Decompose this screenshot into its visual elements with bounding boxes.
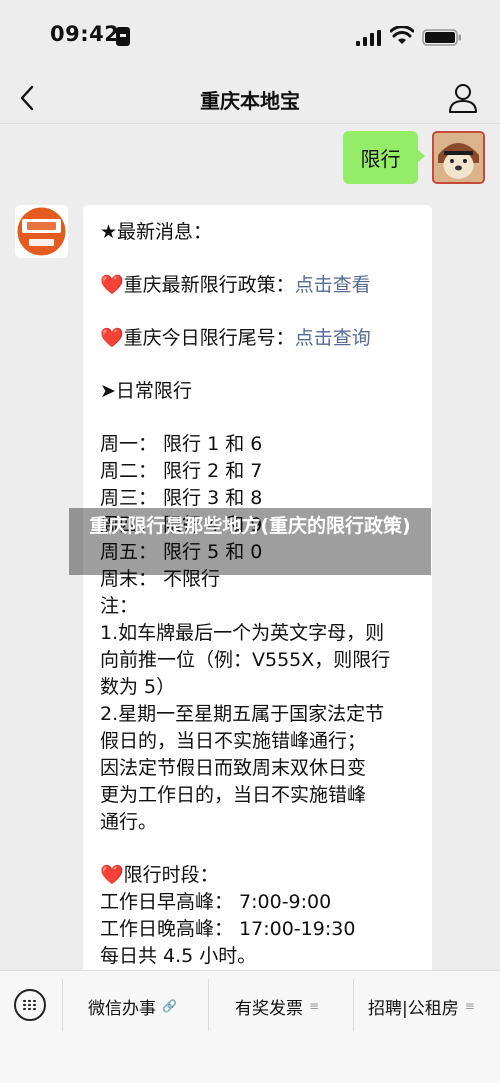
bottom-menu: 微信办事 🔗 有奖发票 ≡ 招聘|公租房 ≡ bbox=[0, 970, 500, 1083]
message-line: 周二： 限行 2 和 7 bbox=[100, 460, 263, 482]
message-line: ❤️限行时段： bbox=[100, 864, 219, 886]
message-line: 注： bbox=[100, 595, 139, 617]
message-line: 因法定节假日而致周末双休日变 bbox=[100, 757, 367, 779]
heart-icon: ❤️ bbox=[100, 274, 124, 296]
message-line: ❤️重庆最新限行政策：点击查看 bbox=[100, 274, 371, 296]
user-message-bubble[interactable]: 限行 bbox=[343, 131, 425, 184]
user-message-text: 限行 bbox=[360, 147, 401, 171]
message-line: 工作日晚高峰： 17:00-19:30 bbox=[100, 918, 356, 940]
menu-lines-icon: ≡ bbox=[309, 999, 320, 1013]
bot-avatar[interactable] bbox=[15, 205, 68, 258]
nav-bar: 重庆本地宝 bbox=[0, 72, 500, 124]
battery-icon bbox=[422, 29, 461, 46]
menu-item-invoice-prize[interactable]: 有奖发票 ≡ bbox=[235, 993, 319, 1019]
menu-item-wechat-services[interactable]: 微信办事 🔗 bbox=[88, 993, 177, 1019]
heart-icon: ❤️ bbox=[100, 864, 124, 886]
message-line: 2.星期一至星期五属于国家法定节 bbox=[100, 703, 385, 725]
bendibao-logo-icon bbox=[17, 207, 66, 256]
heart-icon: ❤️ bbox=[100, 327, 124, 349]
menu-item-jobs-housing[interactable]: 招聘|公租房 ≡ bbox=[368, 993, 475, 1019]
wifi-icon bbox=[390, 26, 414, 44]
article-caption-overlay: 重庆限行是那些地方(重庆的限行政策) bbox=[69, 508, 431, 575]
message-line: 更为工作日的，当日不实施错峰 bbox=[100, 784, 367, 806]
query-tail-number-link[interactable]: 点击查询 bbox=[295, 327, 371, 349]
message-line: 数为 5） bbox=[100, 676, 176, 698]
message-line: 周一： 限行 1 和 6 bbox=[100, 433, 263, 455]
message-line: ❤️重庆今日限行尾号：点击查询 bbox=[100, 327, 371, 349]
message-line: 每日共 4.5 小时。 bbox=[100, 945, 257, 967]
message-line: ★最新消息： bbox=[100, 221, 213, 243]
message-line: 假日的，当日不实施错峰通行； bbox=[100, 730, 367, 752]
menu-divider bbox=[62, 979, 63, 1031]
menu-lines-icon: ≡ bbox=[464, 999, 475, 1013]
message-line: 1.如车牌最后一个为英文字母，则 bbox=[100, 622, 385, 644]
signal-icon bbox=[356, 30, 381, 46]
message-line: ➤日常限行 bbox=[100, 380, 192, 402]
profile-icon[interactable] bbox=[448, 82, 478, 114]
bot-message-bubble: ★最新消息： ❤️重庆最新限行政策：点击查看 ❤️重庆今日限行尾号：点击查询 ➤… bbox=[83, 205, 432, 990]
message-line: 工作日早高峰： 7:00-9:00 bbox=[100, 891, 332, 913]
dog-avatar-image bbox=[434, 133, 483, 182]
message-line: 通行。 bbox=[100, 811, 158, 833]
status-bar: 09:42 bbox=[0, 0, 500, 72]
status-indicators bbox=[356, 26, 462, 48]
message-line: 向前推一位（例：V555X，则限行 bbox=[100, 649, 391, 671]
page-title: 重庆本地宝 bbox=[200, 89, 300, 113]
id-card-icon bbox=[116, 27, 130, 46]
user-avatar[interactable] bbox=[432, 131, 485, 184]
menu-divider bbox=[208, 979, 209, 1031]
view-policy-link[interactable]: 点击查看 bbox=[295, 274, 371, 296]
keyboard-icon[interactable] bbox=[14, 989, 46, 1021]
link-icon: 🔗 bbox=[162, 999, 177, 1013]
status-time: 09:42 bbox=[50, 22, 120, 46]
menu-divider bbox=[353, 979, 354, 1031]
